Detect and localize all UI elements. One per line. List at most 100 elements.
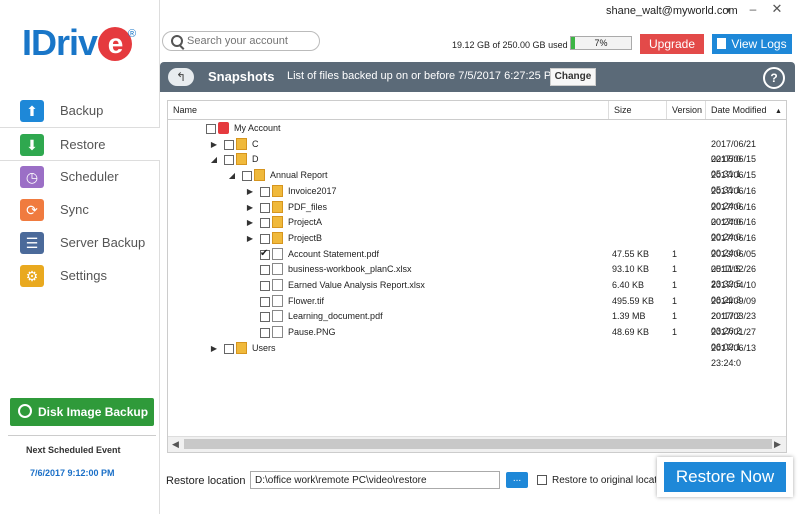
restore-location-label: Restore location [166, 475, 246, 487]
row-checkbox[interactable] [224, 155, 234, 166]
folder-icon [272, 231, 283, 244]
storage-progress-bar: 7% [570, 36, 632, 50]
sidebar-item-restore[interactable]: ⬇ Restore [0, 127, 160, 161]
scroll-left-icon[interactable]: ◀ [172, 439, 179, 450]
sidebar-item-sync[interactable]: ⟳ Sync [0, 193, 160, 225]
table-row[interactable]: business-workbook_planC.xlsx 93.10 KB 1 201… [168, 262, 786, 289]
expand-arrow-icon[interactable]: ▶ [210, 137, 218, 152]
row-version: 1 [672, 264, 678, 275]
sidebar-item-label: Scheduler [60, 169, 119, 184]
row-name: Learning_document.pdf [288, 311, 383, 322]
restore-now-label: Restore Now [664, 462, 786, 492]
table-row[interactable]: My Account [168, 121, 786, 136]
row-checkbox[interactable] [242, 171, 252, 182]
help-icon[interactable]: ? [763, 67, 785, 89]
row-checkbox[interactable] [260, 233, 270, 244]
row-checkbox[interactable] [260, 265, 270, 276]
folder-icon [254, 169, 265, 182]
row-checkbox[interactable] [260, 247, 270, 261]
row-checkbox[interactable] [224, 139, 234, 150]
idrive-logo: IDriv e [22, 22, 133, 64]
table-row[interactable]: ◢ D 2017/06/15 05:31:1 [168, 152, 786, 179]
expand-arrow-icon[interactable]: ▶ [246, 184, 254, 199]
sidebar-item-scheduler[interactable]: ◷ Scheduler [0, 160, 160, 192]
minimize-button[interactable]: – [746, 2, 760, 16]
upgrade-button[interactable]: Upgrade [640, 34, 704, 54]
scroll-thumb[interactable] [184, 439, 772, 449]
snapshots-header: ↰ Snapshots List of files backed up on o… [160, 62, 795, 92]
sidebar-item-server-backup[interactable]: ☰ Server Backup [0, 226, 160, 258]
expand-arrow-icon[interactable]: ▶ [246, 200, 254, 215]
file-icon [272, 279, 283, 291]
folder-icon [272, 200, 283, 213]
browse-button[interactable]: ... [506, 472, 528, 488]
table-row[interactable]: ▶ Users 2017/06/13 23:24:0 [168, 341, 786, 368]
restore-location-input[interactable] [250, 471, 500, 489]
row-checkbox[interactable] [224, 343, 234, 354]
row-name: Annual Report [270, 170, 328, 181]
sidebar-item-settings[interactable]: ⚙ Settings [0, 259, 160, 291]
expand-arrow-icon[interactable]: ▶ [210, 341, 218, 356]
table-row[interactable]: ▶ PDF_files 2017/06/16 00:24:0 [168, 200, 786, 227]
row-checkbox[interactable] [260, 186, 270, 197]
folder-icon [272, 184, 283, 197]
file-icon [272, 263, 283, 276]
table-row[interactable]: ▶ ProjectB 2017/06/16 00:24:0 [168, 231, 786, 258]
row-checkbox[interactable] [260, 296, 270, 307]
row-version: 1 [672, 295, 678, 306]
back-arrow-icon[interactable]: ↰ [168, 68, 194, 86]
row-name: business-workbook_planC.xlsx [288, 264, 412, 275]
row-checkbox[interactable] [206, 124, 216, 134]
table-row[interactable]: Account Statement.pdf47.55 KB12013/06/05… [168, 247, 786, 274]
row-checkbox[interactable] [260, 281, 270, 291]
view-logs-label: View Logs [731, 37, 787, 51]
sidebar-item-backup[interactable]: ⬆ Backup [0, 94, 160, 126]
next-scheduled-time[interactable]: 7/6/2017 9:12:00 PM [30, 468, 115, 478]
sidebar-item-label: Settings [60, 268, 107, 283]
row-version: 1 [672, 248, 678, 259]
close-button[interactable]: ✕ [770, 2, 784, 16]
horizontal-scrollbar[interactable]: ◀ ▶ [168, 436, 786, 452]
table-row[interactable]: ▶ Invoice2017 2017/06/16 00:24:0 [168, 184, 786, 211]
table-row[interactable]: ◢ Annual Report 2017/06/15 05:31:1 [168, 168, 786, 195]
row-checkbox[interactable] [260, 218, 270, 229]
search-box[interactable] [162, 31, 320, 51]
collapse-arrow-icon[interactable]: ◢ [210, 152, 218, 167]
disk-image-backup-button[interactable]: Disk Image Backup [10, 398, 154, 426]
table-row[interactable]: ▶ ProjectA 2017/06/16 00:24:0 [168, 215, 786, 242]
column-header-version[interactable]: Version [667, 101, 706, 119]
row-name: PDF_files [288, 201, 328, 212]
row-name: Invoice2017 [288, 185, 337, 196]
column-header-name[interactable]: Name [168, 101, 609, 119]
registered-mark: ® [128, 28, 137, 40]
table-row[interactable]: ▶ C 2017/06/21 02:05:0 [168, 137, 786, 164]
row-checkbox[interactable] [260, 328, 270, 339]
restore-now-button[interactable]: Restore Now [657, 457, 793, 497]
user-email[interactable]: shane_walt@myworld.com [606, 5, 738, 17]
snapshots-title: Snapshots [208, 69, 275, 84]
change-button[interactable]: Change [550, 68, 596, 86]
column-header-size[interactable]: Size [609, 101, 667, 119]
restore-original-location-label[interactable]: Restore to original location [552, 475, 656, 486]
expand-arrow-icon[interactable]: ▶ [246, 231, 254, 246]
restore-original-location-checkbox[interactable] [537, 475, 547, 485]
table-row[interactable]: Learning_document.pdf 1.39 MB 1 2017/03/23 … [168, 309, 786, 336]
account-icon [218, 122, 229, 134]
table-row[interactable]: Pause.PNG 48.69 KB 1 2017/01/27 06:02:1 [168, 325, 786, 352]
table-row[interactable]: Earned Value Analysis Report.xlsx 6.40 KB… [168, 278, 786, 305]
chevron-down-icon[interactable]: ▾ [726, 5, 731, 16]
file-list[interactable]: Name Size Version Date Modified ▲ My Acc… [167, 100, 787, 453]
row-checkbox[interactable] [260, 202, 270, 213]
row-name: My Account [234, 123, 281, 133]
row-checkbox[interactable] [260, 312, 270, 323]
row-name: D [252, 154, 259, 165]
column-header-date[interactable]: Date Modified ▲ [706, 101, 786, 119]
search-input[interactable] [187, 34, 315, 48]
sidebar-item-label: Sync [60, 202, 89, 217]
expand-arrow-icon[interactable]: ▶ [246, 215, 254, 230]
collapse-arrow-icon[interactable]: ◢ [228, 168, 236, 183]
table-row[interactable]: Flower.tif 495.59 KB 1 2014/09/09 20:17:2 [168, 294, 786, 321]
row-name: C [252, 138, 259, 149]
scroll-right-icon[interactable]: ▶ [774, 439, 781, 450]
view-logs-button[interactable]: View Logs [712, 34, 792, 54]
